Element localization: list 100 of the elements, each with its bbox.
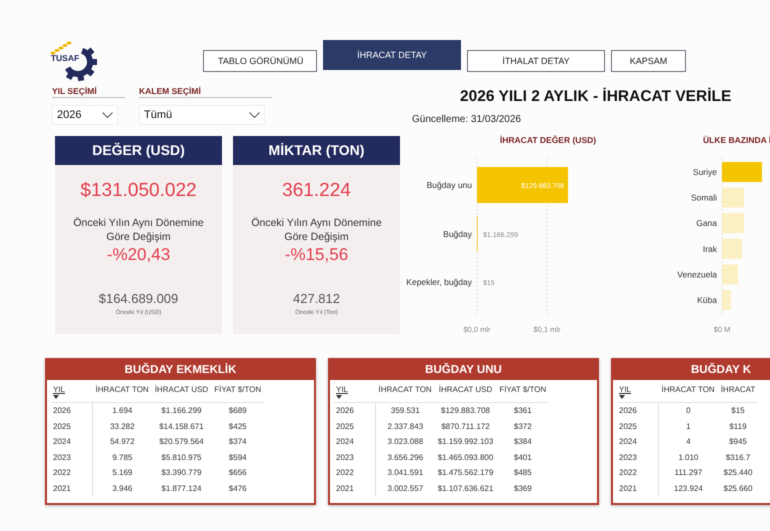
dropdown[interactable]: 2026	[52, 105, 118, 125]
table-cell: 2024	[51, 434, 92, 450]
table-cell: 2021	[51, 480, 92, 496]
table-cell: 1	[658, 418, 718, 434]
column-header[interactable]: FİYAT $/TON	[496, 383, 550, 402]
column-header[interactable]: İHRACAT	[718, 383, 758, 402]
table-cell: $15	[718, 402, 758, 418]
table-cell-text: $594	[228, 452, 248, 464]
table-cell: 2022	[51, 465, 92, 480]
column-header[interactable]: İHRACAT TON	[376, 383, 435, 402]
table-cell: $1.166.299	[152, 402, 212, 418]
column-header[interactable]: İHRACAT USD	[434, 383, 496, 402]
table-cell: 2026	[334, 402, 376, 418]
table-cell: 1.694	[92, 402, 152, 418]
nav-tab[interactable]: TABLO GÖRÜNÜMÜ	[203, 50, 317, 72]
nav-tab[interactable]: İTHALAT DETAY	[467, 50, 605, 72]
table-cell: 5.169	[92, 465, 152, 480]
column-header[interactable]: FİYAT $/TON	[211, 383, 264, 402]
table-cell: 2024	[334, 434, 376, 450]
category-label: Kepekler, buğday	[406, 277, 472, 287]
bar	[722, 213, 744, 234]
table-cell-text: $656	[228, 467, 248, 480]
table-title: BUĞDAY UNU	[330, 360, 597, 380]
table-cell-text: $5.810.975	[160, 452, 202, 464]
table-cell: 54.972	[92, 434, 152, 450]
table-cell: 123.924	[658, 480, 718, 496]
card-title: DEĞER (USD)	[55, 136, 222, 165]
country-label: Somali	[691, 192, 717, 203]
table-cell: 4	[658, 434, 718, 450]
change-percent: -%20,43	[106, 245, 170, 265]
bar	[722, 264, 738, 284]
column-header[interactable]: İHRACAT USD	[152, 383, 212, 402]
table-cell-text: $1.475.562.179	[436, 467, 494, 480]
page-title: 2026 YILI 2 AYLIK - İHRACAT VERİLE	[460, 88, 732, 106]
table-cell: 2026	[617, 402, 658, 418]
previous-value: 427.812	[293, 291, 340, 306]
table-cell: 2022	[617, 465, 658, 480]
bar	[722, 238, 742, 259]
table-cell-text: $384	[512, 436, 533, 448]
table-cell: 0	[658, 402, 718, 418]
country-label: Irak	[702, 244, 717, 254]
nav-tab[interactable]: İHRACAT DETAY	[323, 40, 461, 70]
table-cell-text: $1.159.992.103	[436, 436, 494, 448]
table-cell: 2023	[51, 450, 92, 465]
table-cell: 2021	[334, 480, 376, 496]
table-cell-text: $476	[228, 482, 248, 495]
filter-label: YIL SEÇİMİ	[52, 86, 125, 98]
table-cell: 2021	[617, 480, 658, 496]
table-cell: 3.041.591	[376, 465, 435, 480]
table-cell: 3.002.557	[376, 480, 435, 496]
bar	[722, 290, 731, 310]
category-label: Buğday	[443, 229, 472, 239]
kpi-value: 361.224	[282, 180, 351, 202]
table-cell-text: $316.7	[724, 452, 752, 464]
dropdown[interactable]: Tümü	[139, 105, 265, 125]
column-header[interactable]: İHRACAT TON	[658, 383, 718, 402]
table-cell-text: $20.579.564	[158, 436, 205, 448]
table-cell: 3.656.296	[376, 450, 435, 465]
table-cell-text: $401	[512, 452, 533, 464]
table-cell-text: $374	[228, 436, 248, 448]
table-cell-text: $425	[228, 420, 248, 433]
card-title: MİKTAR (TON)	[233, 136, 400, 165]
change-label: Önceki Yılın Aynı Dönemine Göre Değişim	[250, 216, 383, 244]
table-cell-text: $369	[512, 482, 533, 495]
kpi-value: $131.050.022	[80, 180, 197, 202]
table-cell: 2025	[617, 418, 658, 434]
table-cell: 3.946	[92, 480, 152, 496]
country-label: Suriye	[692, 167, 717, 177]
table-cell: $689	[211, 402, 264, 418]
chevron-down-icon	[249, 112, 260, 118]
country-label: Gana	[696, 218, 717, 228]
table-cell: 2023	[617, 450, 658, 465]
table-cell-text: $25.660	[722, 482, 754, 495]
table-cell: 2024	[617, 434, 658, 450]
table-cell-text: $3.390.779	[160, 467, 202, 480]
table-cell: 2022	[334, 465, 376, 480]
sort-descending-icon	[336, 395, 342, 399]
table-cell-text: $119	[728, 420, 748, 433]
table-cell: 33.282	[92, 418, 152, 434]
table-cell: $361	[496, 402, 550, 418]
table-cell: $129.883.708	[434, 402, 496, 418]
nav-tab[interactable]: KAPSAM	[611, 50, 686, 72]
column-header[interactable]: YIL	[617, 383, 658, 402]
change-label: Önceki Yılın Aynı Dönemine Göre Değişim	[72, 216, 205, 244]
chart-title: İHRACAT DEĞER (USD)	[498, 135, 598, 147]
table-cell: 2023	[334, 450, 376, 465]
column-header[interactable]: YIL	[334, 383, 376, 402]
table-cell: 3.023.088	[376, 434, 435, 450]
table-cell-text: $870.711.172	[440, 420, 491, 433]
table-cell: 111.297	[658, 465, 718, 480]
column-header[interactable]: YIL	[51, 383, 92, 402]
table-cell: 2025	[334, 418, 376, 434]
table-cell: 359.531	[376, 402, 435, 418]
logo: TUSAF	[50, 42, 97, 82]
table-cell-text: $1.465.093.800	[436, 452, 494, 464]
table-cell-text: $485	[512, 467, 533, 480]
category-label: Buğday unu	[426, 180, 472, 190]
column-header[interactable]: İHRACAT TON	[92, 383, 152, 402]
sort-descending-icon	[619, 395, 625, 399]
previous-value: $164.689.009	[98, 291, 178, 306]
